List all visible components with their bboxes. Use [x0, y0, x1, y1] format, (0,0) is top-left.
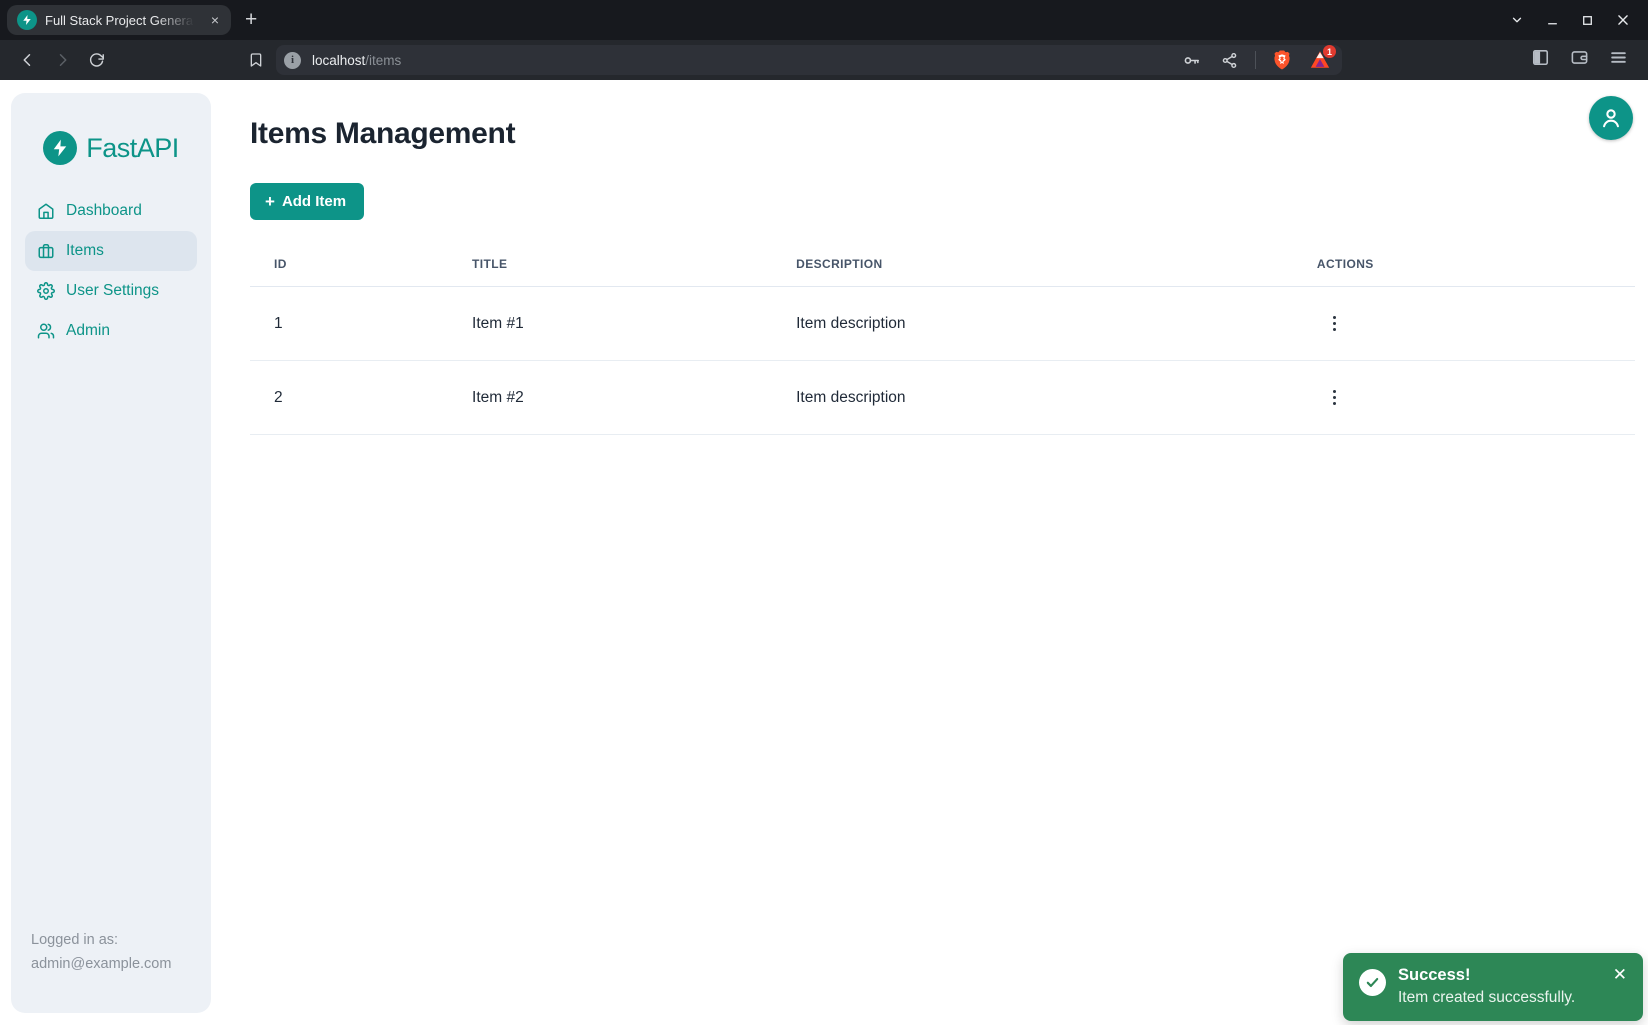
check-circle-icon: [1359, 969, 1386, 996]
plus-icon: +: [265, 193, 275, 210]
toast-body: Success! Item created successfully.: [1398, 966, 1599, 1007]
fastapi-bolt-icon: [43, 131, 77, 165]
sidebar-nav: Dashboard Items User Settings Admin: [11, 191, 211, 351]
password-key-icon[interactable]: [1179, 48, 1203, 72]
close-window-icon[interactable]: [1616, 13, 1630, 27]
bookmark-icon[interactable]: [242, 46, 270, 74]
address-bar[interactable]: i localhost/items: [276, 45, 1342, 75]
success-toast: Success! Item created successfully. ✕: [1343, 953, 1643, 1021]
column-header-id: ID: [250, 257, 448, 287]
table-row: 1 Item #1 Item description: [250, 287, 1635, 361]
reload-icon[interactable]: [82, 46, 110, 74]
add-item-label: Add Item: [282, 193, 346, 210]
site-info-icon[interactable]: i: [284, 52, 301, 69]
sidebar-item-items[interactable]: Items: [25, 231, 197, 271]
logged-in-info: Logged in as: admin@example.com: [11, 929, 211, 1013]
column-header-description: DESCRIPTION: [772, 257, 1293, 287]
browser-toolbar: i localhost/items: [0, 40, 1648, 80]
cell-actions: [1293, 287, 1635, 361]
brave-shield-icon[interactable]: [1270, 48, 1294, 72]
sidebar: FastAPI Dashboard Items User Settings A: [11, 93, 211, 1013]
table-header-row: ID TITLE DESCRIPTION ACTIONS: [250, 257, 1635, 287]
user-icon: [1598, 105, 1624, 131]
cell-id: 2: [250, 361, 448, 435]
maximize-icon[interactable]: [1581, 14, 1594, 27]
menu-hamburger-icon[interactable]: [1609, 48, 1628, 72]
cell-description: Item description: [772, 287, 1293, 361]
users-icon: [37, 322, 55, 340]
logged-in-label: Logged in as:: [31, 929, 191, 953]
tab-close-icon[interactable]: ×: [207, 11, 223, 29]
toast-title: Success!: [1398, 966, 1599, 985]
row-actions-kebab-icon[interactable]: [1325, 310, 1345, 338]
page-content: FastAPI Dashboard Items User Settings A: [0, 80, 1648, 1025]
forward-icon[interactable]: [48, 46, 76, 74]
fastapi-favicon-icon: [17, 10, 37, 30]
toast-close-icon[interactable]: ✕: [1611, 964, 1629, 985]
toast-message: Item created successfully.: [1398, 989, 1599, 1007]
cell-actions: [1293, 361, 1635, 435]
logged-in-email: admin@example.com: [31, 953, 191, 977]
sidebar-item-label: User Settings: [66, 282, 159, 300]
sidebar-item-admin[interactable]: Admin: [25, 311, 197, 351]
sidebar-item-dashboard[interactable]: Dashboard: [25, 191, 197, 231]
urlbar-divider: [1255, 51, 1256, 69]
add-item-button[interactable]: + Add Item: [250, 183, 364, 220]
app-logo: FastAPI: [11, 131, 211, 165]
tab-strip: Full Stack Project Genera × +: [0, 0, 1648, 40]
url-path: /items: [365, 53, 401, 68]
sidebar-item-label: Admin: [66, 322, 110, 340]
wallet-icon[interactable]: [1570, 48, 1589, 72]
sidebar-item-label: Items: [66, 242, 104, 260]
back-icon[interactable]: [14, 46, 42, 74]
urlbar-icons: 1: [1179, 48, 1332, 72]
rewards-badge: 1: [1323, 45, 1336, 58]
column-header-title: TITLE: [448, 257, 772, 287]
home-icon: [37, 202, 55, 220]
brave-rewards-icon[interactable]: 1: [1308, 48, 1332, 72]
cell-title: Item #1: [448, 287, 772, 361]
sidebar-toggle-icon[interactable]: [1531, 48, 1550, 72]
minimize-icon[interactable]: [1546, 14, 1559, 27]
url-text[interactable]: localhost/items: [312, 53, 1179, 68]
page-title: Items Management: [250, 117, 1635, 151]
cell-id: 1: [250, 287, 448, 361]
window-controls: [1510, 13, 1630, 27]
sidebar-item-label: Dashboard: [66, 202, 142, 220]
cell-title: Item #2: [448, 361, 772, 435]
row-actions-kebab-icon[interactable]: [1325, 384, 1345, 412]
items-table: ID TITLE DESCRIPTION ACTIONS 1 Item #1 I…: [250, 257, 1635, 435]
app-logo-text: FastAPI: [86, 133, 179, 164]
tab-search-chevron-icon[interactable]: [1510, 13, 1524, 27]
cell-description: Item description: [772, 361, 1293, 435]
gear-icon: [37, 282, 55, 300]
url-host: localhost: [312, 53, 365, 68]
browser-tab[interactable]: Full Stack Project Genera ×: [7, 5, 231, 35]
table-row: 2 Item #2 Item description: [250, 361, 1635, 435]
main-area: Items Management + Add Item ID TITLE DES…: [250, 80, 1635, 435]
toolbar-right-icons: [1531, 48, 1628, 72]
tab-title: Full Stack Project Genera: [45, 13, 199, 28]
briefcase-icon: [37, 242, 55, 260]
browser-window: Full Stack Project Genera × +: [0, 0, 1648, 1025]
new-tab-button[interactable]: +: [245, 8, 257, 32]
user-avatar-button[interactable]: [1589, 96, 1633, 140]
sidebar-item-user-settings[interactable]: User Settings: [25, 271, 197, 311]
share-icon[interactable]: [1217, 48, 1241, 72]
column-header-actions: ACTIONS: [1293, 257, 1635, 287]
